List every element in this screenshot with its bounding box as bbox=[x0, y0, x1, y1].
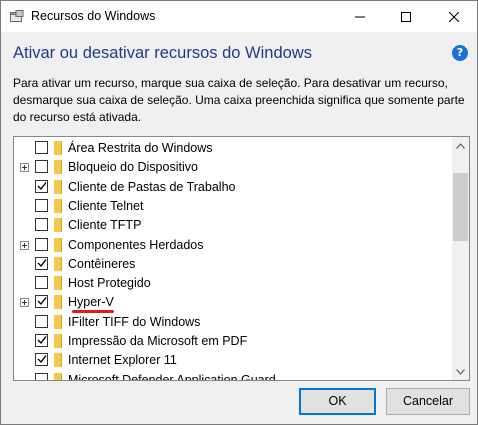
checkmark-icon bbox=[37, 297, 47, 306]
feature-checkbox[interactable] bbox=[35, 372, 48, 380]
expand-plus-icon[interactable] bbox=[20, 240, 29, 250]
folder-icon bbox=[54, 218, 62, 233]
feature-label: Cliente Telnet bbox=[68, 198, 144, 213]
feature-row[interactable]: Cliente Telnet bbox=[14, 197, 452, 216]
feature-row[interactable]: Impressão da Microsoft em PDF bbox=[14, 332, 452, 351]
feature-checkbox[interactable] bbox=[35, 276, 48, 290]
folder-icon bbox=[54, 353, 62, 368]
feature-checkbox[interactable] bbox=[35, 256, 48, 270]
folder-icon bbox=[54, 160, 62, 175]
feature-label: Host Protegido bbox=[68, 276, 151, 291]
windows-features-dialog: Recursos do Windows Ativar ou desativar … bbox=[0, 0, 478, 425]
feature-label: Bloqueio do Dispositivo bbox=[68, 160, 198, 175]
feature-row[interactable]: Cliente de Pastas de Trabalho bbox=[14, 178, 452, 197]
checkmark-icon bbox=[37, 258, 47, 267]
folder-icon bbox=[54, 314, 62, 329]
feature-row[interactable]: Internet Explorer 11 bbox=[14, 351, 452, 370]
checkmark-icon bbox=[37, 355, 47, 364]
feature-label: Microsoft Defender Application Guard bbox=[68, 372, 276, 380]
vertical-scrollbar[interactable] bbox=[452, 137, 469, 380]
chevron-down-icon bbox=[456, 368, 465, 375]
feature-label: Contêineres bbox=[68, 256, 136, 271]
folder-icon bbox=[54, 256, 62, 271]
feature-label: Cliente de Pastas de Trabalho bbox=[68, 179, 236, 194]
checkmark-icon bbox=[37, 181, 47, 190]
feature-label: Internet Explorer 11 bbox=[68, 353, 177, 368]
feature-row[interactable]: Contêineres bbox=[14, 255, 452, 274]
instructions-text: Para ativar um recurso, marque sua caixa… bbox=[13, 76, 465, 124]
feature-row[interactable]: Microsoft Defender Application Guard bbox=[14, 371, 452, 380]
features-list: Área Restrita do Windows Bloqueio do Disp… bbox=[14, 137, 452, 380]
feature-checkbox[interactable] bbox=[35, 160, 48, 174]
help-icon[interactable]: ? bbox=[452, 45, 468, 61]
folder-icon bbox=[54, 295, 62, 310]
expand-plus-icon[interactable] bbox=[20, 163, 29, 173]
feature-row[interactable]: Área Restrita do Windows bbox=[14, 139, 452, 158]
feature-row[interactable]: Host Protegido bbox=[14, 274, 452, 293]
feature-label: Hyper-V bbox=[68, 295, 114, 310]
dialog-heading: Ativar ou desativar recursos do Windows bbox=[13, 44, 312, 62]
folder-icon bbox=[54, 372, 62, 380]
folder-icon bbox=[54, 237, 62, 252]
windows-features-app-icon bbox=[10, 10, 24, 22]
scroll-thumb[interactable] bbox=[453, 173, 468, 241]
folder-icon bbox=[54, 198, 62, 213]
chevron-up-icon bbox=[456, 142, 465, 149]
feature-row[interactable]: Cliente TFTP bbox=[14, 216, 452, 235]
feature-checkbox[interactable] bbox=[35, 218, 48, 232]
close-icon bbox=[449, 11, 459, 22]
features-tree[interactable]: Área Restrita do Windows Bloqueio do Disp… bbox=[13, 136, 470, 381]
scroll-up-button[interactable] bbox=[452, 137, 469, 154]
checkmark-icon bbox=[37, 336, 47, 345]
ok-button[interactable]: OK bbox=[299, 388, 376, 415]
feature-label: IFilter TIFF do Windows bbox=[68, 314, 201, 329]
close-button[interactable] bbox=[431, 1, 477, 32]
folder-icon bbox=[54, 179, 62, 194]
window-title: Recursos do Windows bbox=[31, 9, 156, 23]
folder-icon bbox=[54, 141, 62, 155]
feature-checkbox[interactable] bbox=[35, 314, 48, 328]
feature-checkbox[interactable] bbox=[35, 179, 48, 193]
feature-label: Área Restrita do Windows bbox=[68, 141, 213, 155]
feature-label: Impressão da Microsoft em PDF bbox=[68, 334, 248, 348]
feature-checkbox[interactable] bbox=[35, 198, 48, 212]
folder-icon bbox=[54, 276, 62, 291]
feature-row[interactable]: Bloqueio do Dispositivo bbox=[14, 158, 452, 177]
cancel-button[interactable]: Cancelar bbox=[386, 388, 470, 415]
feature-checkbox[interactable] bbox=[35, 353, 48, 367]
expand-plus-icon[interactable] bbox=[20, 298, 29, 308]
feature-label: Componentes Herdados bbox=[68, 237, 204, 252]
maximize-icon bbox=[401, 11, 411, 22]
feature-row[interactable]: IFilter TIFF do Windows bbox=[14, 313, 452, 332]
feature-checkbox[interactable] bbox=[35, 295, 48, 309]
feature-checkbox[interactable] bbox=[35, 334, 48, 347]
minimize-button[interactable] bbox=[337, 1, 383, 32]
feature-row[interactable]: Componentes Herdados bbox=[14, 236, 452, 255]
folder-icon bbox=[54, 334, 62, 348]
feature-checkbox[interactable] bbox=[35, 237, 48, 251]
feature-label: Cliente TFTP bbox=[68, 218, 142, 233]
feature-checkbox[interactable] bbox=[35, 141, 48, 154]
minimize-icon bbox=[355, 16, 365, 17]
scroll-down-button[interactable] bbox=[452, 363, 469, 380]
maximize-button[interactable] bbox=[383, 1, 429, 32]
title-bar[interactable]: Recursos do Windows bbox=[1, 1, 477, 32]
